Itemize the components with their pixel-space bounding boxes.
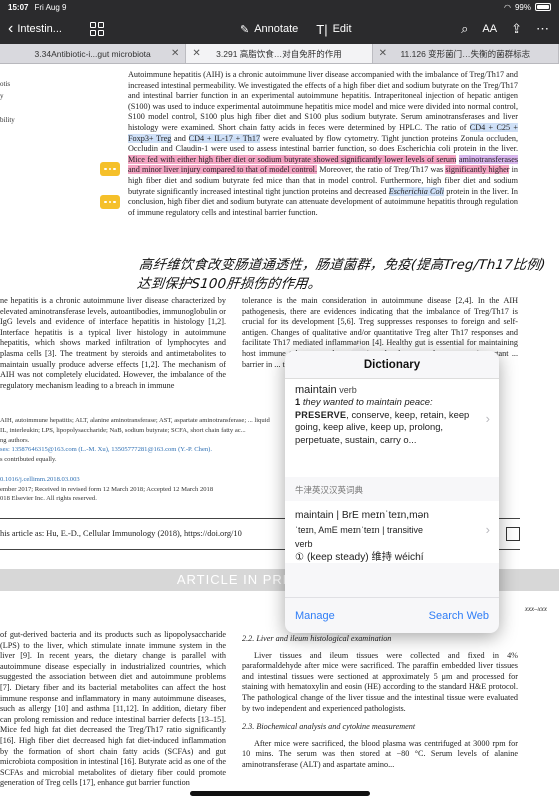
status-bar: 15:07 Fri Aug 9 ◠ 99% (0, 0, 559, 14)
meta-line: otis (0, 80, 11, 88)
dictionary-title: Dictionary (285, 351, 499, 379)
section-heading: 2.2. Liver and ileum histological examin… (242, 634, 392, 643)
highlight-pink[interactable]: Mice fed with either high fiber diet or … (128, 154, 457, 164)
annotate-label: Annotate (254, 23, 299, 35)
text-size-button[interactable]: AA (482, 23, 497, 35)
status-right: ◠ 99% (504, 3, 551, 12)
edit-button[interactable]: T| Edit (316, 22, 351, 37)
section-heading: 2.3. Biochemical analysis and cytokine m… (242, 722, 416, 732)
abstract-part: Moreover, the ratio of Treg/Th17 was (317, 165, 444, 175)
meta-line: bility (0, 116, 15, 124)
handwriting-line: 达到保护S100肝损伤的作用。 (136, 277, 323, 292)
tab-proteobacteria[interactable]: ✕ 11.126 变形菌门…失衡的菌群标志 (373, 44, 559, 63)
handwritten-annotation[interactable]: 高纤维饮食改变肠道通透性，肠道菌群，免疫(提高Treg/Th17比例) 达到保护… (136, 256, 559, 294)
synonym-head: PRESERVE (295, 409, 347, 420)
banner-text: ARTICLE IN PRES (176, 571, 303, 587)
status-date: Fri Aug 9 (34, 2, 67, 12)
manage-button[interactable]: Manage (295, 610, 335, 622)
share-icon[interactable]: ⇪ (511, 21, 522, 37)
note-icon[interactable] (100, 162, 120, 176)
meta-line (0, 102, 22, 114)
entry-word: maintain (295, 384, 337, 396)
section-paragraph: Liver tissues and ileum tissues were col… (242, 650, 518, 713)
entry-pos: verb (339, 385, 357, 395)
tab-label: 3.291 高脂饮食…对自免肝的作用 (216, 48, 342, 59)
body-left-column-2: of gut-derived bacteria and its products… (0, 630, 226, 788)
more-icon[interactable]: ⋯ (536, 21, 549, 37)
abstract-text: Autoimmune hepatitis (AIH) is a chronic … (128, 70, 519, 218)
back-label: Intestin... (17, 23, 62, 35)
entry-headword: maintain | BrE meɪnˈteɪn,mən (295, 510, 429, 521)
entry-pos: verb (295, 539, 313, 549)
citation-text: his article as: Hu, E.-D., Cellular Immu… (0, 528, 242, 538)
wifi-icon: ◠ (504, 2, 511, 12)
status-time: 15:07 (8, 2, 29, 12)
dictionary-entry-thesaurus[interactable]: maintain verb 1 they wanted to maintain … (285, 379, 499, 477)
right-tools: ⌕ AA ⇪ ⋯ (461, 21, 559, 37)
highlight-pink[interactable]: and minor liver injury compared to that … (128, 165, 318, 175)
dictionary-source: 牛津英汉汉英词典 (295, 485, 364, 495)
dictionary-popover: Dictionary maintain verb 1 they wanted t… (285, 351, 499, 633)
tab-label: 3.34Antibiotic-i...gut microbiota (34, 48, 151, 59)
sense-example: they wanted to maintain peace: (302, 396, 433, 408)
page-ref: xxx–xxx (524, 605, 547, 613)
chevron-right-icon: › (485, 411, 490, 426)
annotate-button[interactable]: ✎ Annotate (240, 23, 298, 36)
tab-antibiotic[interactable]: 3.34Antibiotic-i...gut microbiota ✕ (0, 44, 187, 63)
chevron-right-icon: › (485, 522, 490, 537)
edit-label: Edit (332, 23, 352, 35)
left-margin-meta: otis y bility (0, 78, 22, 126)
body-left-column: ne hepatitis is a chronic autoimmune liv… (0, 296, 226, 390)
entry-definition: ① (keep steady) 维持 wéichí (295, 552, 424, 563)
dictionary-footer: Manage Search Web (285, 597, 499, 633)
search-icon[interactable]: ⌕ (461, 21, 468, 37)
sense-number: 1 (295, 396, 301, 408)
handwriting-line: 高纤维饮食改变肠道通透性，肠道菌群，免疫(提高Treg/Th17比例) (138, 258, 547, 273)
highlight-purple[interactable]: aminotransferases (458, 154, 519, 164)
close-icon[interactable]: ✕ (192, 48, 200, 59)
section-paragraph: After mice were sacrificed, the blood pl… (242, 738, 518, 769)
search-web-button[interactable]: Search Web (429, 610, 489, 622)
abstract-part: and (171, 133, 189, 143)
abstract-part: Autoimmune hepatitis (AIH) is a chronic … (128, 70, 518, 132)
tab-label: 11.126 变形菌门…失衡的菌群标志 (400, 48, 531, 59)
note-icon[interactable] (100, 195, 120, 209)
home-indicator[interactable] (190, 791, 370, 796)
close-icon[interactable]: ✕ (171, 48, 179, 59)
dictionary-entry-bilingual[interactable]: maintain | BrE meɪnˈteɪn,mən ˈteɪn, AmE … (285, 501, 499, 563)
battery-percent: 99% (514, 2, 531, 12)
text-cursor-icon: T| (316, 21, 328, 37)
highlight-blue[interactable]: CD4 + IL-17 + Th17 (188, 133, 261, 143)
entry-pronunciation: ˈteɪn, AmE meɪnˈteɪn | transitive (295, 525, 423, 535)
close-icon[interactable]: ✕ (379, 48, 387, 59)
grid-view-icon[interactable] (90, 22, 104, 36)
pen-icon: ✎ (240, 23, 250, 36)
citation-box-corner (506, 527, 520, 541)
highlight-blue[interactable]: Escherichia Coli (388, 186, 445, 196)
battery-icon (535, 3, 551, 11)
body-right-column-2: 2.2. Liver and ileum histological examin… (242, 630, 518, 771)
tab-bar: 3.34Antibiotic-i...gut microbiota ✕ ✕ 3.… (0, 44, 559, 64)
chevron-left-icon: ‹ (8, 20, 14, 37)
highlight-pink[interactable]: significantly higher (445, 165, 510, 175)
top-toolbar: ‹ Intestin... ✎ Annotate T| Edit ⌕ AA ⇪ … (0, 14, 559, 44)
meta-line: y (0, 92, 4, 100)
tab-active[interactable]: ✕ 3.291 高脂饮食…对自免肝的作用 (186, 44, 373, 63)
